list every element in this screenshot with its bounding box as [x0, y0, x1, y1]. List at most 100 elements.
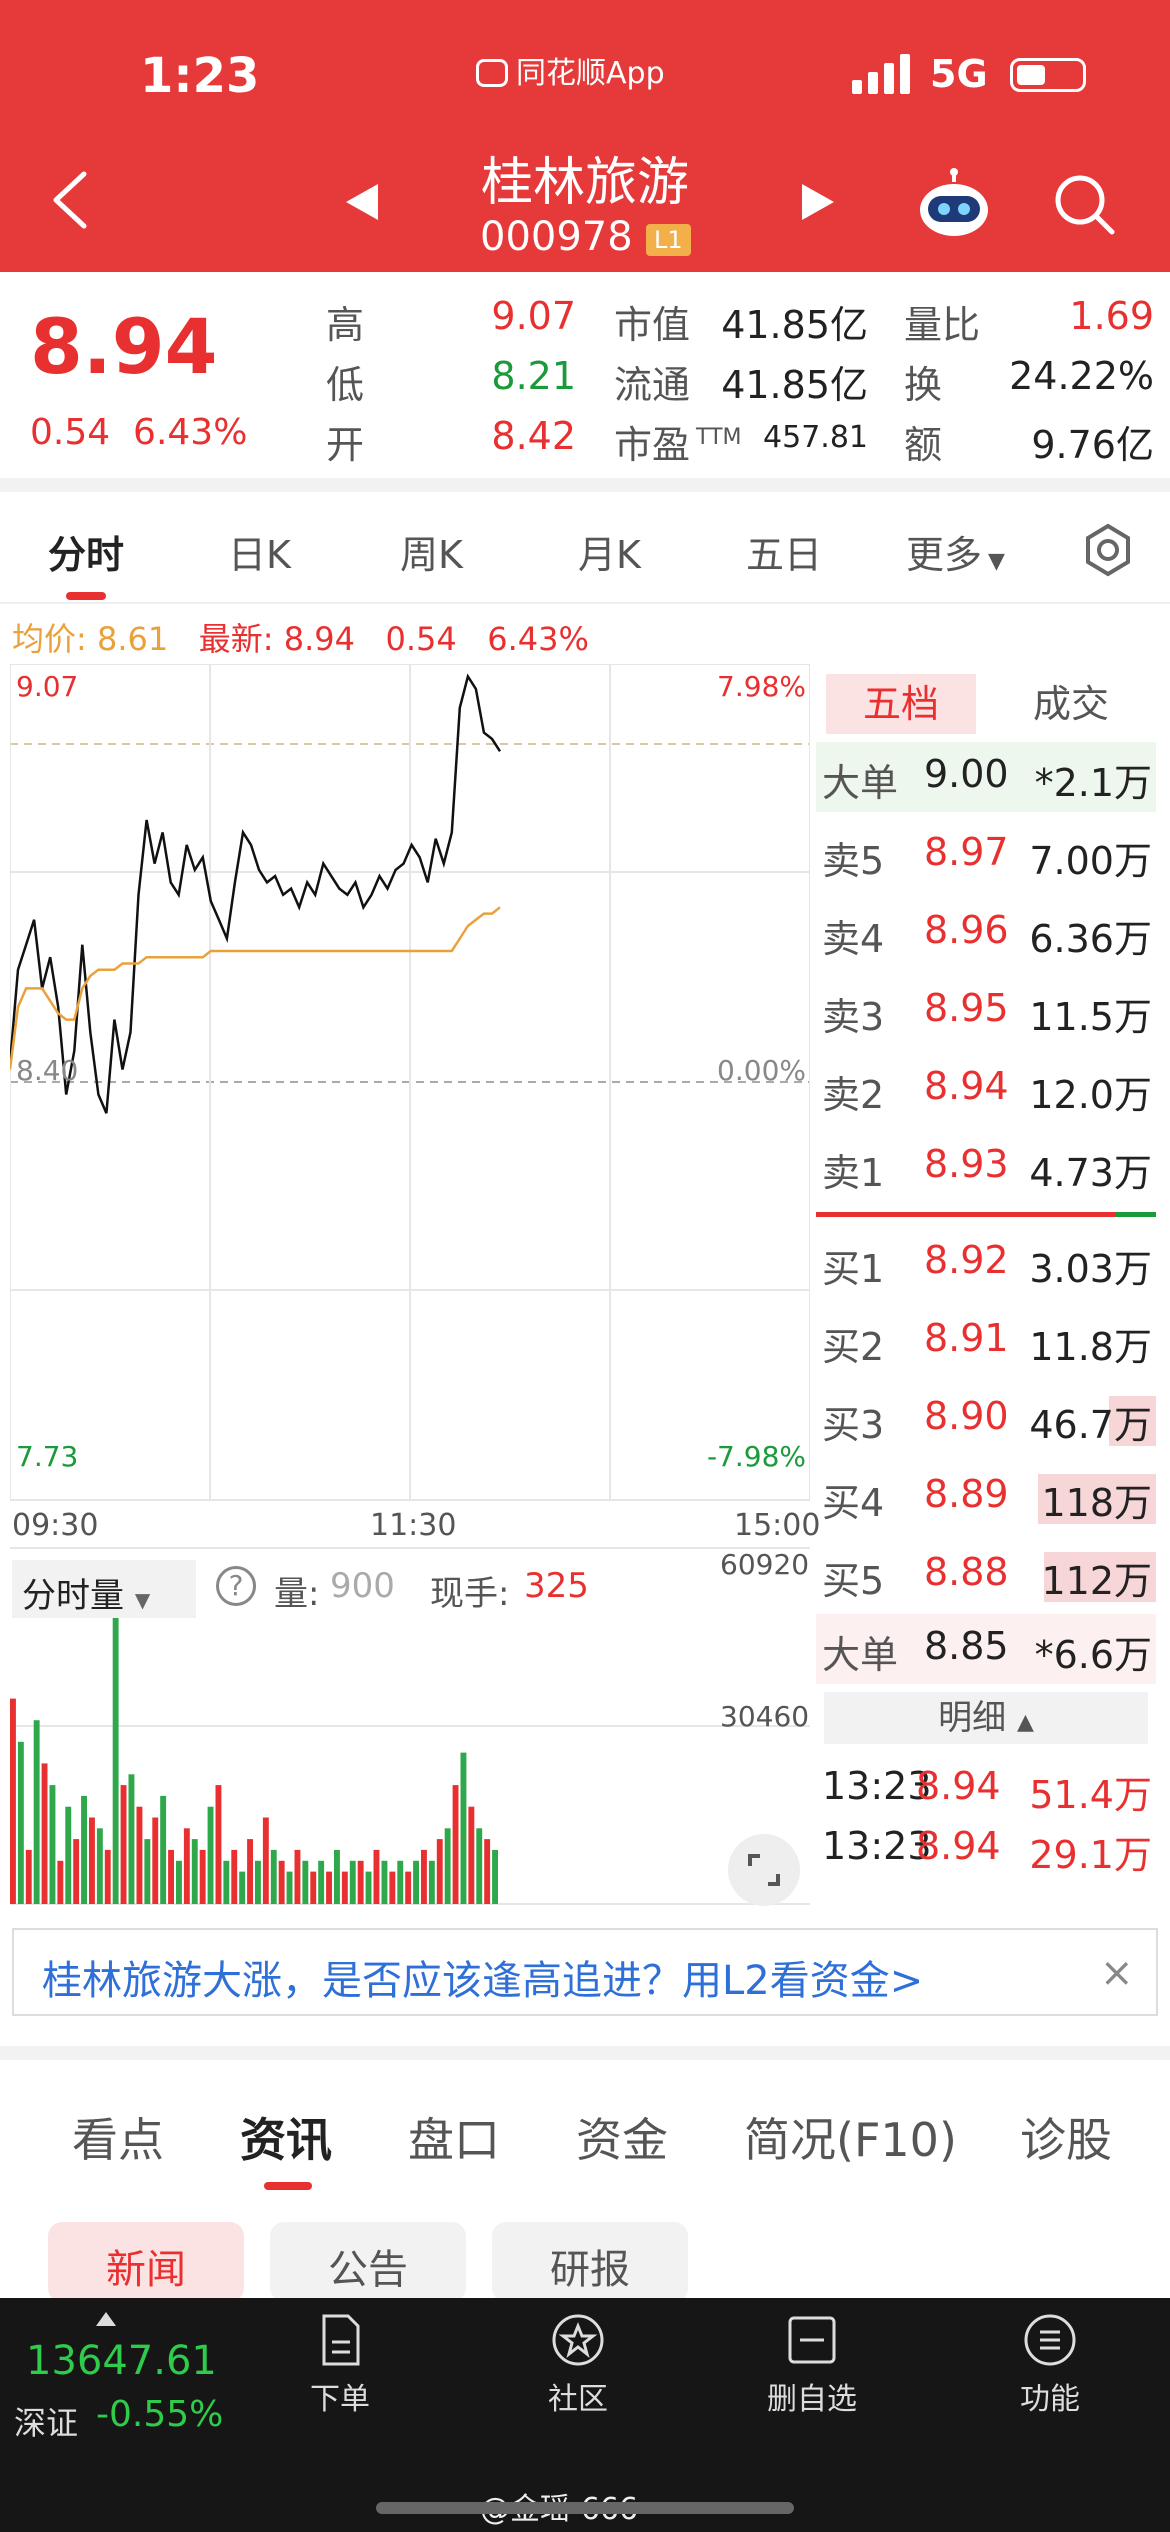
tab-daily-k[interactable]: 日K	[228, 524, 291, 579]
volume-bar	[144, 1839, 151, 1904]
active-tab-indicator	[264, 2182, 312, 2190]
close-icon[interactable]: ×	[1100, 1950, 1134, 1996]
avg-price-line	[10, 906, 501, 1070]
bids-label: 买3	[822, 1403, 885, 1447]
tab-monthly-k[interactable]: 月K	[578, 524, 641, 579]
float-label: 流通	[614, 363, 691, 407]
asks-vol: 11.5万	[1029, 995, 1152, 1039]
y-mid-label: 8.40	[16, 1054, 78, 1087]
bids-row: 买3 8.90 46.7万	[816, 1384, 1156, 1454]
y-bottom-label: 7.73	[16, 1440, 78, 1473]
tab-five-level[interactable]: 五档	[826, 674, 976, 734]
big-order-bottom-vol: *6.6万	[1034, 1633, 1152, 1677]
level-badge: L1	[646, 224, 691, 256]
pe-value: 457.81	[763, 420, 868, 455]
home-indicator[interactable]	[376, 2502, 794, 2514]
nav-order[interactable]: 下单	[270, 2312, 410, 2418]
asks-vol: 12.0万	[1029, 1073, 1152, 1117]
index-change: -0.55%	[96, 2394, 224, 2435]
latest-value: 8.94	[283, 620, 355, 658]
subtab-research[interactable]: 研报	[492, 2222, 688, 2302]
caret-down-icon: ▼	[988, 549, 1005, 574]
open-label: 开	[326, 423, 365, 467]
tab-trades[interactable]: 成交	[996, 674, 1146, 734]
big-order-bottom-price: 8.85	[924, 1624, 1009, 1668]
index-expand-icon[interactable]	[96, 2312, 116, 2326]
stock-name: 桂林旅游	[480, 153, 689, 213]
tab-order-book[interactable]: 盘口	[408, 2104, 500, 2170]
detail-toggle[interactable]: 明细 ▲	[824, 1692, 1148, 1744]
fullscreen-icon[interactable]	[728, 1834, 800, 1906]
volume-bar	[207, 1806, 214, 1904]
tab-intraday[interactable]: 分时	[48, 524, 124, 579]
tab-profile-f10[interactable]: 简况(F10)	[744, 2104, 957, 2170]
stock-code: 000978	[480, 214, 633, 260]
volume-bar	[294, 1849, 301, 1904]
subtab-news[interactable]: 新闻	[48, 2222, 244, 2302]
tab-weekly-k[interactable]: 周K	[400, 524, 463, 579]
volume-bars	[10, 1579, 498, 1905]
volume-label: 量:	[274, 1574, 320, 1614]
tab-diagnosis[interactable]: 诊股	[1020, 2104, 1112, 2170]
help-icon[interactable]: ?	[216, 1566, 256, 1606]
volume-bar	[436, 1839, 443, 1904]
index-value[interactable]: 13647.61	[26, 2338, 217, 2384]
tab-capital[interactable]: 资金	[576, 2104, 668, 2170]
avg-price-row: 均价: 8.61 最新: 8.94 0.54 6.43%	[12, 614, 589, 660]
y-top-label: 9.07	[16, 670, 78, 703]
volume-value: 900	[330, 1566, 395, 1606]
float-value: 41.85亿	[721, 363, 868, 407]
bids-row: 买4 8.89 118万	[816, 1462, 1156, 1532]
avg-value: 8.61	[96, 620, 169, 658]
volume-bar	[199, 1849, 206, 1904]
tab-more[interactable]: 更多 ▼	[906, 524, 1005, 579]
tabs-divider	[0, 602, 1170, 604]
amount-value: 9.76亿	[1031, 423, 1154, 467]
nav-remove-watchlist[interactable]: 删自选	[742, 2312, 882, 2418]
promo-banner[interactable]: 桂林旅游大涨，是否应该逢高追进？用L2看资金> ×	[12, 1928, 1158, 2016]
tab-news-info[interactable]: 资讯	[240, 2104, 332, 2170]
nav-functions-label: 功能	[1020, 2382, 1080, 2417]
x-label-1130: 11:30	[370, 1508, 457, 1543]
latest-change: 0.54	[385, 620, 457, 658]
volume-bar	[444, 1828, 451, 1904]
intraday-chart[interactable]: 9.07 8.40 7.73 7.98% 0.00% -7.98% 09:30	[10, 664, 810, 1906]
volume-bar	[136, 1806, 143, 1904]
robot-assistant-icon[interactable]	[916, 168, 992, 240]
vol-mid-label: 30460	[720, 1700, 810, 1733]
volume-bar	[286, 1871, 293, 1904]
app-logo-icon	[476, 59, 508, 87]
bids-label: 买5	[822, 1559, 885, 1603]
volume-bar	[10, 1698, 16, 1904]
current-hand-value: 325	[524, 1566, 589, 1606]
tab-five-day[interactable]: 五日	[746, 524, 822, 579]
volume-bar	[428, 1860, 435, 1905]
bids-price: 8.90	[924, 1394, 1009, 1438]
menu-icon	[1024, 2314, 1076, 2366]
volume-type-select[interactable]: 分时量 ▼	[12, 1560, 196, 1618]
nav-community[interactable]: 社区	[508, 2312, 648, 2418]
subtab-announcements[interactable]: 公告	[270, 2222, 466, 2302]
status-time: 1:23	[140, 48, 260, 104]
change-value: 0.54	[30, 412, 111, 453]
nav-functions[interactable]: 功能	[980, 2312, 1120, 2418]
volume-bar	[452, 1785, 459, 1904]
search-icon[interactable]	[1052, 172, 1116, 236]
volume-bar	[318, 1860, 325, 1905]
volume-bar	[89, 1817, 95, 1904]
vol-max-label: 60920	[720, 1548, 810, 1581]
change-pct: 6.43%	[133, 412, 248, 453]
asks-label: 卖2	[822, 1073, 885, 1117]
next-stock-icon[interactable]	[800, 182, 836, 222]
promo-text[interactable]: 桂林旅游大涨，是否应该逢高追进？用L2看资金>	[42, 1948, 923, 2006]
latest-pct: 6.43%	[487, 620, 589, 658]
trade-row: 13:23 8.94 29.1万	[816, 1820, 1156, 1880]
volume-bar	[57, 1860, 64, 1905]
network-type: 5G	[930, 52, 988, 96]
settings-icon[interactable]	[1080, 522, 1136, 578]
asks-price: 8.93	[924, 1142, 1009, 1186]
tab-highlights[interactable]: 看点	[72, 2104, 164, 2170]
volume-bar	[302, 1860, 309, 1905]
volume-bar	[128, 1774, 135, 1905]
volume-bar	[247, 1839, 253, 1904]
